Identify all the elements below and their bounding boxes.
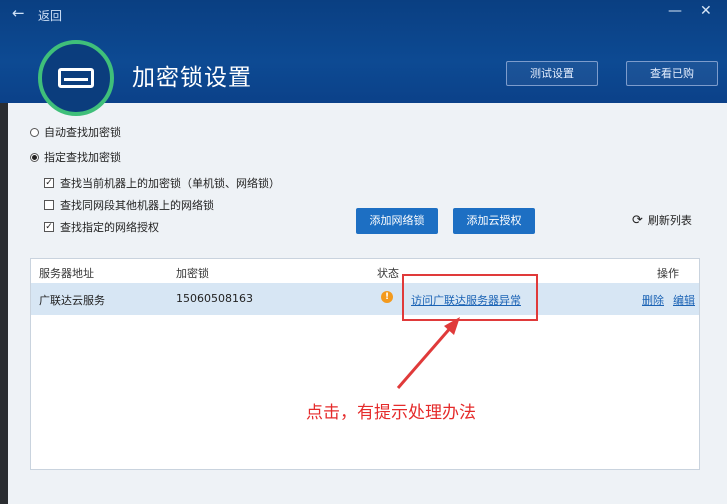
encryption-lock-settings-window: ← 返回 — ✕ 加密锁设置 测试设置 查看已购 自动查找加密锁 指定查找加密锁… bbox=[0, 0, 727, 504]
annotation-text: 点击，有提示处理办法 bbox=[306, 403, 476, 423]
annotation-arrow bbox=[396, 317, 460, 389]
